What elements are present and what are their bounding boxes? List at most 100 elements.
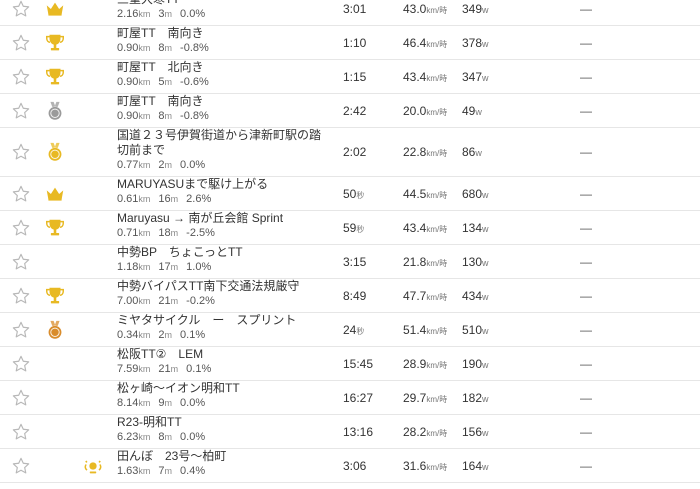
distance-value: 0.90 xyxy=(117,110,139,122)
grade-value: -0.8% xyxy=(180,110,209,122)
elevation-value: 17 xyxy=(158,261,171,273)
power-number: 680 xyxy=(462,186,483,201)
star-icon[interactable] xyxy=(11,101,33,123)
power-value: 378w xyxy=(462,36,489,50)
power-value: 134w xyxy=(462,221,489,235)
segment-row[interactable]: 町屋TT 南向き 0.90km 8m -0.8% 1:10 46.4km/時 378w — xyxy=(0,26,700,60)
segment-row[interactable]: 町屋TT 北向き 0.90km 5m -0.6% 1:15 43.4km/時 347w — xyxy=(0,60,700,94)
segment-row[interactable]: 中勢BP ちょこっとTT 1.18km 17m 1.0% 3:15 21.8km/時 130… xyxy=(0,245,700,279)
star-icon[interactable] xyxy=(11,286,33,308)
segment-name-link[interactable]: 中勢バイパスTT南下交通法規厳守 xyxy=(117,279,332,294)
elevation-value: 21 xyxy=(158,295,171,307)
star-icon[interactable] xyxy=(11,422,33,444)
segment-name-link[interactable]: 国道２３号伊賀街道から津新町駅の踏切前まで xyxy=(117,128,332,158)
distance-unit: km xyxy=(138,228,151,238)
segment-row[interactable]: 三重大寒TT2.16km3m0.0%3:0143.0km/時349w— xyxy=(0,0,700,26)
segment-name-link[interactable]: Maruyasu → 南が丘会館 Sprint xyxy=(117,211,332,226)
distance-value: 8.14 xyxy=(117,397,139,409)
speed-value: 46.4km/時 xyxy=(403,36,447,50)
grade-value: 0.0% xyxy=(180,8,206,20)
segment-name-link[interactable]: 松阪TT② LEM xyxy=(117,347,332,362)
power-value: 349w xyxy=(462,2,489,16)
segment-row[interactable]: 松ヶ崎〜イオン明和TT 8.14km 9m 0.0% 16:27 29.7km/時 182w… xyxy=(0,381,700,415)
star-icon[interactable] xyxy=(11,320,33,342)
segment-row[interactable]: 国道２３号伊賀街道から津新町駅の踏切前まで 0.77km 2m 0.0% 2:02 22.… xyxy=(0,128,700,177)
star-icon[interactable] xyxy=(11,142,33,164)
segment-name-link[interactable]: 町屋TT 北向き xyxy=(117,60,332,75)
speed-unit: km/時 xyxy=(426,39,448,49)
segment-name-link[interactable]: 松ヶ崎〜イオン明和TT xyxy=(117,381,332,396)
local-legend-icon xyxy=(82,455,106,479)
star-icon[interactable] xyxy=(11,184,33,206)
star-icon[interactable] xyxy=(11,252,33,274)
grade-value: 0.0% xyxy=(180,159,206,171)
time-value: 1:15 xyxy=(343,70,366,84)
power-unit: w xyxy=(482,427,489,438)
rank-dash: — xyxy=(580,35,592,50)
speed-value: 43.0km/時 xyxy=(403,2,447,16)
segment-row[interactable]: ミヤタサイクル ー スプリント 0.34km 2m 0.1% 24秒 51.4km/時 51… xyxy=(0,313,700,347)
segment-row[interactable]: R23-明和TT 6.23km 8m 0.0% 13:16 28.2km/時 156w — xyxy=(0,415,700,449)
segment-name-link[interactable]: 中勢BP ちょこっとTT xyxy=(117,245,332,260)
star-icon[interactable] xyxy=(11,354,33,376)
speed-unit: km/時 xyxy=(426,73,448,83)
segment-row[interactable]: MARUYASUまで駆け上がる 0.61km 16m 2.6% 50秒 44.5km/時 6… xyxy=(0,177,700,211)
segment-name-link[interactable]: 町屋TT 南向き xyxy=(117,94,332,109)
speed-number: 46.4 xyxy=(403,35,427,50)
segment-name-link[interactable]: 田んぼ 23号〜柏町 xyxy=(117,449,332,464)
power-unit: w xyxy=(482,223,489,234)
time-value: 2:02 xyxy=(343,145,366,159)
time-number: 3:06 xyxy=(343,458,367,473)
star-icon[interactable] xyxy=(11,0,33,21)
speed-value: 31.6km/時 xyxy=(403,459,447,473)
rank-dash: — xyxy=(580,186,592,201)
power-value: 130w xyxy=(462,255,489,269)
segment-row[interactable]: 松阪TT② LEM 7.59km 21m 0.1% 15:45 28.9km/時 190w — xyxy=(0,347,700,381)
grade-value: 1.0% xyxy=(186,261,212,273)
power-unit: w xyxy=(482,325,489,336)
segment-row[interactable]: 中勢バイパスTT南下交通法規厳守 7.00km 21m -0.2% 8:49 47.7km… xyxy=(0,279,700,313)
segment-name-link[interactable]: R23-明和TT xyxy=(117,415,332,430)
segment-stats: 0.90km 8m -0.8% xyxy=(117,109,209,123)
segment-name-link[interactable]: 三重大寒TT xyxy=(117,0,332,7)
speed-number: 51.4 xyxy=(403,322,427,337)
segment-name-link[interactable]: ミヤタサイクル ー スプリント xyxy=(117,313,332,328)
segment-row[interactable]: 田んぼ 23号〜柏町 1.63km 7m 0.4% 3:06 31.6km/時 164w — xyxy=(0,449,700,483)
segment-name-link[interactable]: MARUYASUまで駆け上がる xyxy=(117,177,332,192)
speed-number: 44.5 xyxy=(403,186,427,201)
speed-unit: km/時 xyxy=(426,326,448,336)
segment-row[interactable]: 町屋TT 南向き 0.90km 8m -0.8% 2:42 20.0km/時 49w — xyxy=(0,94,700,128)
time-number: 59 xyxy=(343,220,357,235)
star-icon[interactable] xyxy=(11,456,33,478)
speed-value: 44.5km/時 xyxy=(403,187,447,201)
power-number: 349 xyxy=(462,1,483,16)
distance-unit: km xyxy=(138,364,151,374)
elevation-unit: m xyxy=(170,228,179,238)
distance-unit: km xyxy=(138,9,151,19)
star-icon[interactable] xyxy=(11,67,33,89)
segment-name-link[interactable]: 町屋TT 南向き xyxy=(117,26,332,41)
time-value: 2:42 xyxy=(343,104,366,118)
star-icon[interactable] xyxy=(11,33,33,55)
power-number: 182 xyxy=(462,390,483,405)
segment-stats: 7.59km 21m 0.1% xyxy=(117,362,211,376)
segment-stats: 6.23km 8m 0.0% xyxy=(117,430,205,444)
power-value: 434w xyxy=(462,289,489,303)
speed-number: 29.7 xyxy=(403,390,427,405)
time-value: 8:49 xyxy=(343,289,366,303)
segment-row[interactable]: Maruyasu → 南が丘会館 Sprint 0.71km 18m -2.5% 59秒… xyxy=(0,211,700,245)
power-unit: w xyxy=(482,291,489,302)
power-number: 130 xyxy=(462,254,483,269)
star-icon[interactable] xyxy=(11,388,33,410)
star-icon[interactable] xyxy=(11,218,33,240)
power-number: 434 xyxy=(462,288,483,303)
speed-number: 22.8 xyxy=(403,145,427,159)
rank-dash: — xyxy=(580,356,592,371)
speed-value: 51.4km/時 xyxy=(403,323,447,337)
power-number: 378 xyxy=(462,35,483,50)
speed-value: 21.8km/時 xyxy=(403,255,447,269)
gold-medal-icon xyxy=(44,141,68,165)
speed-value: 20.0km/時 xyxy=(403,104,447,118)
elevation-unit: m xyxy=(164,77,173,87)
power-value: 510w xyxy=(462,323,489,337)
